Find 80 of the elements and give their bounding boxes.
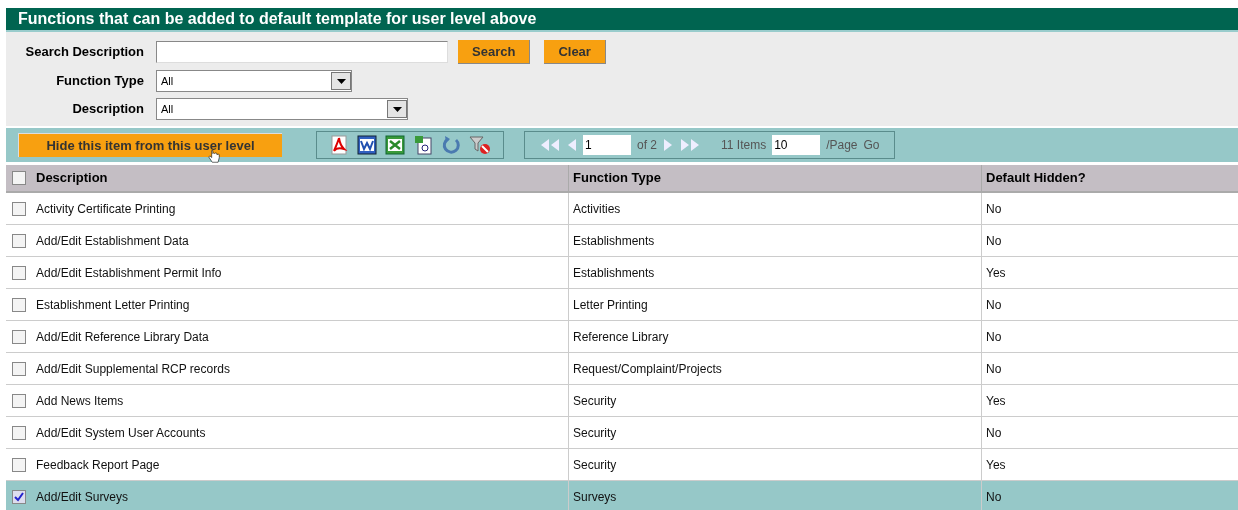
table-cell: Request/Complaint/Projects	[568, 353, 981, 384]
panel-title: Functions that can be added to default template for user level above	[18, 9, 537, 29]
clear-button[interactable]: Clear	[544, 40, 606, 64]
table-row[interactable]: Add/Edit Surveys Surveys No	[6, 481, 1238, 510]
row-checkbox[interactable]	[12, 489, 26, 504]
table-row[interactable]: Add/Edit Establishment Data Establishments No	[6, 225, 1238, 257]
table-row[interactable]: Establishment Letter Printing Letter Printing No	[6, 289, 1238, 321]
word-icon[interactable]	[357, 135, 377, 155]
table-cell: Letter Printing	[568, 289, 981, 320]
table-row[interactable]: Add News Items Security Yes	[6, 385, 1238, 417]
dropdown-arrow-icon	[336, 78, 346, 84]
table-cell: Security	[568, 385, 981, 416]
dropdown-arrow-icon	[392, 106, 402, 112]
table-cell: Surveys	[568, 481, 981, 510]
field-label: Search Description	[24, 43, 145, 62]
page-count: of 2	[637, 137, 657, 154]
column-header[interactable]: Default Hidden?	[981, 165, 1238, 191]
table-cell-text: Add/Edit Establishment Permit Info	[35, 264, 223, 282]
per-page-label: /Page	[826, 137, 858, 154]
table-row[interactable]: Add/Edit System User Accounts Security No	[6, 417, 1238, 449]
search-field[interactable]	[156, 41, 448, 63]
pdf-icon[interactable]	[329, 135, 349, 155]
table-cell-text: Activity Certificate Printing	[35, 200, 177, 218]
table-cell-text: Add/Edit Reference Library Data	[35, 328, 210, 346]
table-cell: Establishments	[568, 225, 981, 256]
row-checkbox[interactable]	[12, 329, 26, 344]
table-cell: No	[981, 289, 1238, 320]
table-cell: Yes	[981, 385, 1238, 416]
table-cell: Establishments	[568, 257, 981, 288]
field-label: Function Type	[55, 72, 145, 91]
pointer-hand-icon	[206, 150, 222, 164]
column-header[interactable]: Description	[32, 165, 568, 191]
table-cell: No	[981, 193, 1238, 224]
table-row[interactable]: Add/Edit Establishment Permit Info Establishments Yes	[6, 257, 1238, 289]
table-cell-text: Add/Edit Establishment Data	[35, 232, 190, 250]
table-row[interactable]: Feedback Report Page Security Yes	[6, 449, 1238, 481]
table-cell: No	[981, 321, 1238, 352]
row-checkbox[interactable]	[12, 425, 26, 440]
table-cell: Security	[568, 417, 981, 448]
row-checkbox[interactable]	[12, 457, 26, 472]
table-cell-text: Add News Items	[35, 392, 125, 410]
table-cell-text: Establishment Letter Printing	[35, 296, 191, 314]
table-cell: Yes	[981, 257, 1238, 288]
row-checkbox[interactable]	[12, 201, 26, 216]
row-checkbox[interactable]	[12, 265, 26, 280]
page-number-field[interactable]: 1	[583, 135, 631, 155]
checkmark-icon	[14, 491, 24, 502]
table-cell: Activities	[568, 193, 981, 224]
table-cell-text: Feedback Report Page	[35, 456, 161, 474]
table-cell: No	[981, 481, 1238, 510]
table-cell: Yes	[981, 449, 1238, 480]
table-cell: No	[981, 353, 1238, 384]
table-row[interactable]: Add/Edit Reference Library Data Reference Library No	[6, 321, 1238, 353]
table-cell-text: Add/Edit System User Accounts	[35, 424, 207, 442]
column-header[interactable]: Function Type	[568, 165, 981, 191]
hide-item-button[interactable]: Hide this item from this user level	[18, 133, 282, 157]
page-size-field[interactable]: 10	[772, 135, 821, 155]
item-count: 11 Items	[721, 137, 767, 154]
row-checkbox[interactable]	[12, 393, 26, 408]
table-cell: No	[981, 225, 1238, 256]
dropdown-field[interactable]: All	[156, 98, 408, 120]
refresh-icon[interactable]	[441, 135, 461, 155]
go-button[interactable]: Go	[863, 136, 880, 154]
search-button[interactable]: Search	[458, 40, 531, 64]
export-document-icon[interactable]	[413, 135, 433, 155]
excel-icon[interactable]	[385, 135, 405, 155]
table-cell-text: Add/Edit Supplemental RCP records	[35, 360, 231, 378]
table-cell: No	[981, 417, 1238, 448]
table-cell-text: Add/Edit Surveys	[35, 488, 130, 506]
row-checkbox[interactable]	[12, 361, 26, 376]
field-label: Description	[71, 100, 145, 119]
table-cell: Security	[568, 449, 981, 480]
table-row[interactable]: Activity Certificate Printing Activities No	[6, 193, 1238, 225]
table-cell: Reference Library	[568, 321, 981, 352]
dropdown-field[interactable]: All	[156, 70, 352, 92]
row-checkbox[interactable]	[12, 233, 26, 248]
clear-filter-icon[interactable]	[469, 135, 491, 155]
table-row[interactable]: Add/Edit Supplemental RCP records Request/Complaint/Projects No	[6, 353, 1238, 385]
row-checkbox[interactable]	[12, 297, 26, 312]
select-all-checkbox[interactable]	[12, 171, 26, 185]
